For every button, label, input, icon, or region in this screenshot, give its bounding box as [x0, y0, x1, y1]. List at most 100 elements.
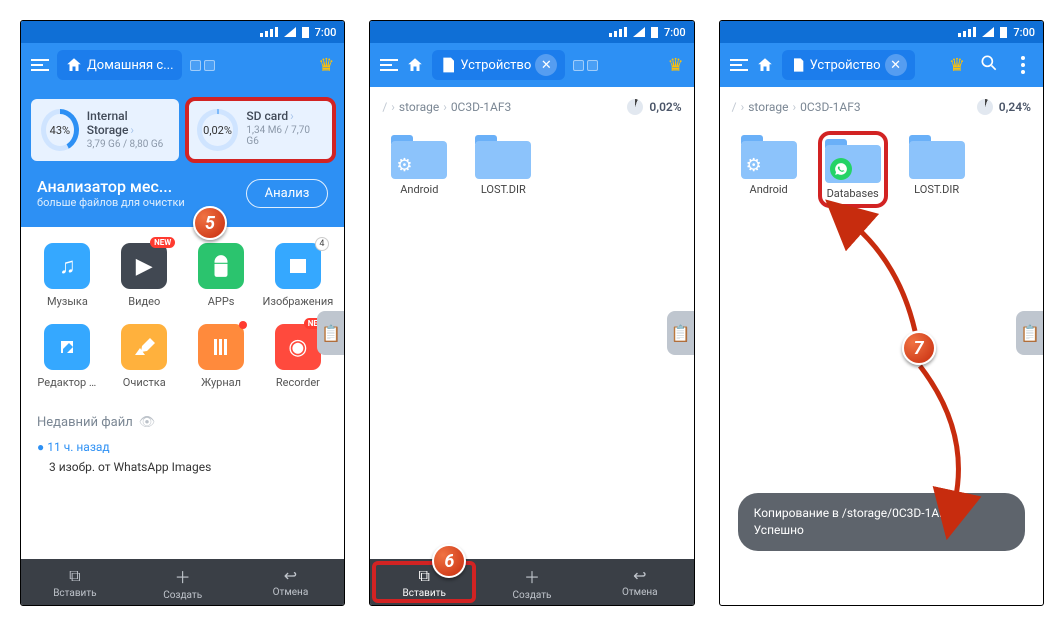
- location-chip[interactable]: Устройство ✕: [432, 50, 565, 80]
- analyzer-subtitle: больше файлов для очистки: [37, 196, 185, 209]
- folder-lostdir[interactable]: LOST.DIR: [906, 135, 968, 204]
- usage-pie-icon: [627, 99, 643, 115]
- internal-storage-card[interactable]: 43% Internal Storage› 3,79 G6 / 8,80 G6: [31, 99, 179, 161]
- bottom-bar: ⧉Вставить ＋Создать ↩Отмена: [21, 559, 344, 605]
- back-icon: ↩: [633, 566, 646, 585]
- multiwindow-icon[interactable]: [190, 60, 215, 71]
- new-badge: NEW: [150, 237, 175, 248]
- analyzer-title: Анализатор мес...: [37, 177, 185, 196]
- cancel-button[interactable]: ↩Отмена: [586, 559, 694, 605]
- more-icon[interactable]: [1013, 55, 1033, 75]
- toolbar: Устройство ✕ ♛: [720, 43, 1043, 87]
- folder-android[interactable]: ⚙ Android: [388, 135, 450, 196]
- home-icon[interactable]: [756, 56, 774, 74]
- battery-icon: [302, 27, 309, 38]
- multiwindow-icon[interactable]: [573, 60, 598, 71]
- paste-button[interactable]: ⧉Вставить: [21, 559, 129, 605]
- folder-lostdir[interactable]: LOST.DIR: [472, 135, 534, 196]
- eye-icon[interactable]: 👁: [139, 415, 156, 430]
- close-chip-icon[interactable]: ✕: [885, 54, 907, 76]
- crumb-storage[interactable]: storage: [399, 100, 439, 114]
- record-icon: ◉NEW: [275, 324, 321, 370]
- whatsapp-icon: [830, 158, 852, 180]
- sd-card-icon: [440, 57, 456, 73]
- clock: 7:00: [315, 26, 337, 39]
- cat-editor[interactable]: Редактор те...: [31, 324, 104, 389]
- cat-cleaner[interactable]: Очистка: [108, 324, 181, 389]
- sd-usage-ring: 0,02%: [197, 109, 239, 151]
- cat-apps[interactable]: APPs: [185, 243, 258, 308]
- cell-signal-icon: [958, 27, 976, 37]
- bottom-bar: ⧉Вставить ＋Создать ↩Отмена: [370, 559, 693, 605]
- location-label: Устройство: [460, 58, 531, 73]
- plus-icon: ＋: [524, 564, 540, 588]
- wifi-icon: [982, 27, 994, 37]
- count-badge: 4: [315, 237, 329, 251]
- folder-android[interactable]: ⚙ Android: [738, 135, 800, 204]
- hint-step-7: 7: [902, 331, 936, 365]
- battery-icon: [1000, 27, 1007, 38]
- crown-icon[interactable]: ♛: [949, 55, 965, 76]
- breadcrumb: /› storage› 0C3D-1AF3 0,02%: [370, 87, 693, 127]
- android-icon: [198, 243, 244, 289]
- create-button[interactable]: ＋Создать: [478, 559, 586, 605]
- sd-sub: 1,34 M6 / 7,70 G6: [246, 125, 324, 147]
- crumb-storage[interactable]: storage: [748, 100, 788, 114]
- clock: 7:00: [664, 26, 686, 39]
- image-icon: 4: [275, 243, 321, 289]
- screen-1: 7:00 Домашняя с... ♛ 43% Internal Storag…: [20, 20, 345, 606]
- cat-journal[interactable]: Журнал: [185, 324, 258, 389]
- recent-item[interactable]: 3 изобр. от WhatsApp Images: [37, 460, 328, 474]
- recent-when: 11 ч. назад: [47, 440, 109, 454]
- usage-pct: 0,24%: [999, 100, 1031, 114]
- crumb-folder[interactable]: 0C3D-1AF3: [451, 100, 511, 114]
- internal-name: Internal Storage: [87, 109, 129, 137]
- battery-icon: [651, 27, 658, 38]
- cat-music[interactable]: ♫Музыка: [31, 243, 104, 308]
- cell-signal-icon: [609, 27, 627, 37]
- toolbar: Домашняя с... ♛: [21, 43, 344, 87]
- cat-images[interactable]: 4Изображения: [261, 243, 334, 308]
- internal-usage-ring: 43%: [41, 109, 79, 151]
- paste-icon: ⧉: [419, 566, 430, 586]
- sd-card-card[interactable]: 0,02% SD card› 1,34 M6 / 7,70 G6: [187, 99, 335, 161]
- menu-icon[interactable]: [380, 59, 398, 71]
- header-blue-section: Домашняя с... ♛ 43% Internal Storage› 3,…: [21, 43, 344, 227]
- menu-icon[interactable]: [31, 59, 49, 71]
- cancel-button[interactable]: ↩Отмена: [237, 559, 345, 605]
- video-icon: ▶NEW: [121, 243, 167, 289]
- create-button[interactable]: ＋Создать: [129, 559, 237, 605]
- crown-icon[interactable]: ♛: [318, 55, 334, 76]
- internal-sub: 3,79 G6 / 8,80 G6: [87, 139, 169, 150]
- edit-icon: [44, 324, 90, 370]
- journal-icon: [198, 324, 244, 370]
- location-chip[interactable]: Домашняя с...: [57, 50, 182, 80]
- back-icon: ↩: [284, 566, 297, 585]
- crumb-folder[interactable]: 0C3D-1AF3: [800, 100, 860, 114]
- gear-icon: ⚙: [396, 155, 412, 176]
- analyze-button[interactable]: Анализ: [246, 179, 329, 208]
- cat-video[interactable]: ▶NEWВидео: [108, 243, 181, 308]
- plus-icon: ＋: [175, 564, 191, 588]
- wifi-icon: [633, 27, 645, 37]
- category-grid: ♫Музыка ▶NEWВидео APPs 4Изображения Реда…: [21, 227, 344, 405]
- usage-pct: 0,02%: [649, 100, 681, 114]
- breadcrumb: /› storage› 0C3D-1AF3 0,24%: [720, 87, 1043, 127]
- clipboard-tab[interactable]: 📋: [317, 311, 345, 355]
- chevron-right-icon: ›: [130, 123, 134, 137]
- usage-pie-icon: [977, 99, 993, 115]
- chevron-right-icon: ›: [290, 109, 294, 123]
- close-chip-icon[interactable]: ✕: [535, 54, 557, 76]
- crown-icon[interactable]: ♛: [668, 55, 684, 76]
- wifi-icon: [284, 27, 296, 37]
- clipboard-tab[interactable]: 📋: [1016, 311, 1044, 355]
- location-chip[interactable]: Устройство ✕: [782, 50, 915, 80]
- menu-icon[interactable]: [730, 59, 748, 71]
- folder-databases[interactable]: Databases: [822, 135, 884, 204]
- folder-grid: ⚙ Android Databases LOST.DIR: [720, 127, 1043, 212]
- home-icon[interactable]: [406, 56, 424, 74]
- recent-header: Недавний файл: [37, 415, 133, 430]
- notification-dot: [239, 321, 247, 329]
- search-icon[interactable]: [979, 53, 999, 77]
- clipboard-tab[interactable]: 📋: [667, 311, 695, 355]
